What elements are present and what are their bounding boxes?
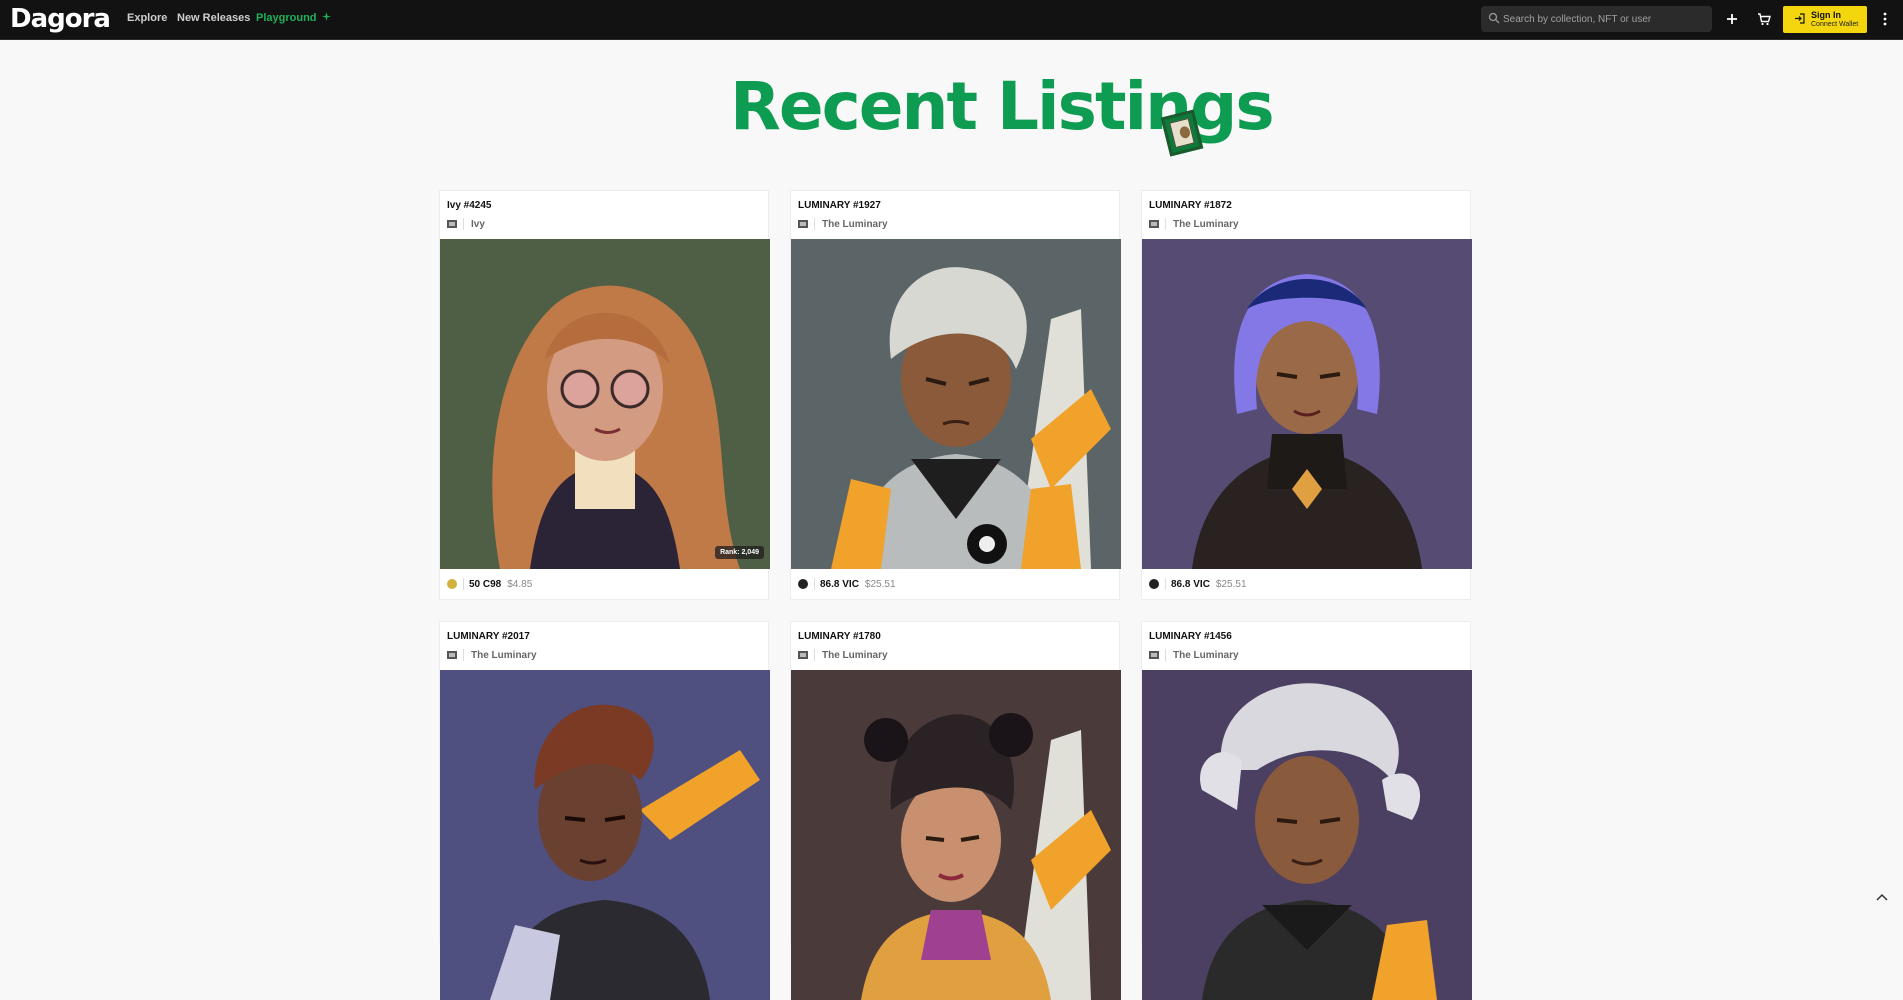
nft-image[interactable]: Rank: 2,049 — [440, 239, 770, 569]
nav-explore[interactable]: Explore — [127, 12, 167, 24]
more-menu-button[interactable] — [1874, 8, 1896, 30]
collection-name: The Luminary — [822, 218, 888, 230]
listing-collection[interactable]: The Luminary — [1149, 217, 1239, 231]
search-icon — [1488, 12, 1500, 24]
connect-wallet-label: Connect Wallet — [1811, 21, 1859, 28]
search-bar[interactable] — [1481, 6, 1712, 32]
collection-icon — [798, 651, 808, 659]
collection-name: The Luminary — [471, 649, 537, 661]
add-button[interactable] — [1721, 8, 1743, 30]
listing-collection[interactable]: The Luminary — [1149, 648, 1239, 662]
c98-coin-icon — [447, 579, 457, 589]
price-usd: $25.51 — [1215, 578, 1247, 590]
price-usd: $4.85 — [507, 578, 533, 590]
dagora-logo[interactable]: Dagora — [10, 4, 111, 34]
sparkle-icon — [321, 12, 331, 21]
listing-card[interactable]: Ivy #4245 Ivy Rank: 2,049 50 C98 $4.85 — [439, 190, 770, 600]
listing-title: Ivy #4245 — [447, 200, 492, 211]
listing-collection[interactable]: The Luminary — [798, 648, 888, 662]
sign-in-label: Sign In — [1811, 10, 1841, 20]
nav-playground[interactable]: Playground — [256, 12, 331, 24]
price-usd: $25.51 — [864, 578, 896, 590]
collection-icon — [447, 220, 457, 228]
listing-card[interactable]: LUMINARY #1927 The Luminary 86.8 VIC $25… — [790, 190, 1121, 600]
price-value: 86.8 VIC — [1171, 578, 1210, 590]
collection-icon — [1149, 651, 1159, 659]
listing-collection[interactable]: The Luminary — [447, 648, 537, 662]
sign-in-button[interactable]: Sign In Connect Wallet — [1783, 6, 1867, 33]
top-navigation-bar: Dagora Explore New Releases Playground S… — [0, 0, 1903, 40]
collection-name: The Luminary — [1173, 649, 1239, 661]
listing-title: LUMINARY #1456 — [1149, 631, 1232, 642]
listing-title: LUMINARY #1927 — [798, 200, 881, 211]
price-value: 86.8 VIC — [820, 578, 859, 590]
collection-name: Ivy — [471, 218, 485, 230]
search-input[interactable] — [1503, 6, 1708, 32]
listing-title: LUMINARY #1780 — [798, 631, 881, 642]
nft-image[interactable] — [440, 670, 770, 1000]
listing-collection[interactable]: Ivy — [447, 217, 485, 231]
nft-image[interactable] — [1142, 239, 1472, 569]
listing-title: LUMINARY #1872 — [1149, 200, 1232, 211]
plus-icon — [1727, 14, 1737, 24]
collection-name: The Luminary — [822, 649, 888, 661]
listing-card[interactable]: LUMINARY #1872 The Luminary 86.8 VIC $25… — [1141, 190, 1472, 600]
nft-image[interactable] — [791, 670, 1121, 1000]
cart-icon — [1758, 12, 1771, 25]
listing-card[interactable]: LUMINARY #1456 The Luminary — [1141, 621, 1472, 1000]
listing-price: 86.8 VIC $25.51 — [1149, 577, 1247, 591]
rank-badge: Rank: 2,049 — [715, 546, 764, 559]
nft-image[interactable] — [791, 239, 1121, 569]
more-vertical-icon — [1883, 12, 1887, 26]
listing-price: 50 C98 $4.85 — [447, 577, 532, 591]
collection-icon — [798, 220, 808, 228]
nav-playground-label: Playground — [256, 12, 317, 24]
cart-button[interactable] — [1753, 8, 1775, 30]
vic-coin-icon — [798, 579, 808, 589]
login-icon — [1795, 13, 1805, 24]
nft-image[interactable] — [1142, 670, 1472, 1000]
collection-icon — [447, 651, 457, 659]
scroll-to-top-button[interactable] — [1871, 886, 1893, 908]
price-value: 50 C98 — [469, 578, 502, 590]
collection-icon — [1149, 220, 1159, 228]
listing-collection[interactable]: The Luminary — [798, 217, 888, 231]
listing-price: 86.8 VIC $25.51 — [798, 577, 896, 591]
listing-card[interactable]: LUMINARY #2017 The Luminary — [439, 621, 770, 1000]
vic-coin-icon — [1149, 579, 1159, 589]
listing-title: LUMINARY #2017 — [447, 631, 530, 642]
collection-name: The Luminary — [1173, 218, 1239, 230]
chevron-up-icon — [1876, 893, 1888, 901]
nav-new-releases[interactable]: New Releases — [177, 12, 250, 24]
listing-card[interactable]: LUMINARY #1780 The Luminary — [790, 621, 1121, 1000]
